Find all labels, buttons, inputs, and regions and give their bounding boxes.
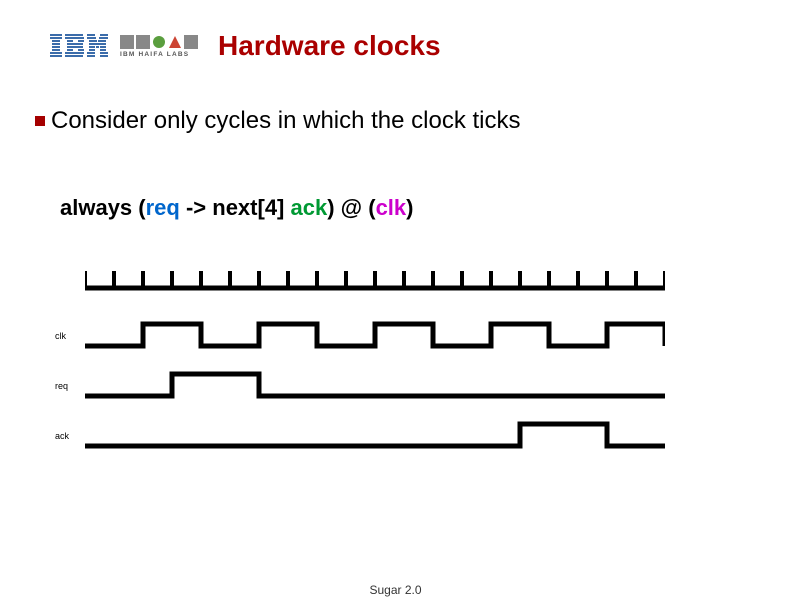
- req-wave: [85, 371, 665, 401]
- ibm-logo: [50, 34, 108, 58]
- haifa-labs-logo: IBM HAIFA LABS: [120, 35, 198, 58]
- slide-title: Hardware clocks: [218, 30, 441, 62]
- green-circle-icon: [152, 35, 166, 49]
- formula: always (req -> next[4] ack) @ (clk): [0, 135, 791, 221]
- tick-marks: [85, 265, 665, 291]
- formula-req: req: [146, 195, 180, 220]
- bullet-icon: [35, 116, 45, 126]
- ibm-logo-icon: [50, 34, 108, 58]
- gray-square-icon: [120, 35, 134, 49]
- clk-label: clk: [55, 332, 85, 341]
- formula-part: ) @ (: [327, 195, 375, 220]
- gray-square-icon: [136, 35, 150, 49]
- clk-row: clk: [55, 321, 695, 351]
- shapes-row: [120, 35, 198, 49]
- clk-wave: [85, 321, 665, 351]
- footer-text: Sugar 2.0: [0, 583, 791, 597]
- bullet-text: Consider only cycles in which the clock …: [51, 107, 521, 135]
- formula-part: ): [406, 195, 413, 220]
- red-triangle-icon: [168, 35, 182, 49]
- formula-part: always (: [60, 195, 146, 220]
- tick-row: [55, 265, 695, 291]
- slide-header: IBM HAIFA LABS Hardware clocks: [0, 0, 791, 72]
- req-label: req: [55, 382, 85, 391]
- ack-row: ack: [55, 421, 695, 451]
- req-row: req: [55, 371, 695, 401]
- ack-wave: [85, 421, 665, 451]
- bullet-row: Consider only cycles in which the clock …: [0, 72, 791, 135]
- gray-square-icon: [184, 35, 198, 49]
- labs-text: IBM HAIFA LABS: [120, 51, 189, 58]
- formula-clk: clk: [376, 195, 407, 220]
- waveform-area: clk req ack: [55, 265, 695, 471]
- ack-label: ack: [55, 432, 85, 441]
- formula-ack: ack: [291, 195, 328, 220]
- formula-part: -> next[4]: [180, 195, 291, 220]
